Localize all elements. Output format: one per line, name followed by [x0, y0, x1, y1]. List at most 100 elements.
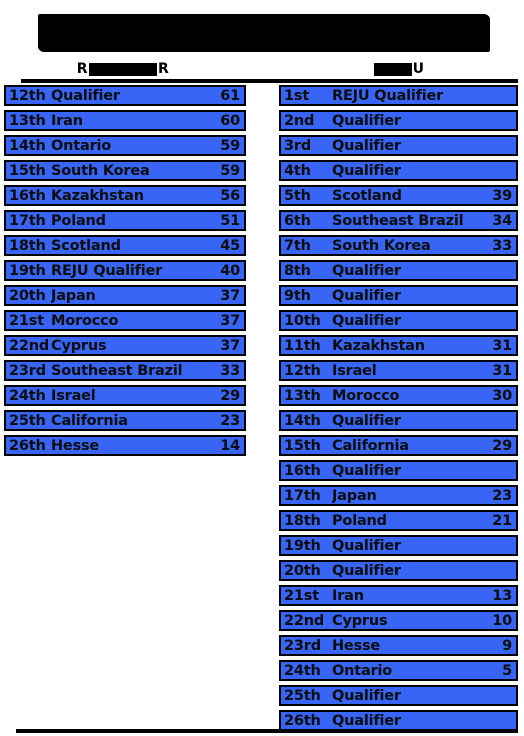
top-divider-rule — [21, 79, 518, 83]
row-score-value: 29 — [220, 387, 240, 404]
table-row[interactable]: 7th South Korea 33 — [279, 235, 518, 256]
row-rank: 15th — [284, 437, 321, 454]
table-row[interactable]: 22nd Cyprus 10 — [279, 610, 518, 631]
table-row[interactable]: 13th Iran 60 — [4, 110, 246, 131]
row-rank: 26th — [9, 437, 46, 454]
column-header-right-suffix: U — [412, 61, 425, 77]
row-entrant-name: Qualifier — [332, 687, 401, 704]
table-row[interactable]: 24th Ontario 5 — [279, 660, 518, 681]
row-score-value: 60 — [220, 112, 240, 129]
table-row[interactable]: 3rd Qualifier — [279, 135, 518, 156]
table-row[interactable]: 25th Qualifier — [279, 685, 518, 706]
row-entrant-name: Qualifier — [332, 137, 401, 154]
row-rank: 23rd — [284, 637, 321, 654]
row-rank: 7th — [284, 237, 311, 254]
row-score-value: 59 — [220, 162, 240, 179]
row-score-value: 45 — [220, 237, 240, 254]
row-rank: 13th — [284, 387, 321, 404]
table-row[interactable]: 17th Poland 51 — [4, 210, 246, 231]
table-row[interactable]: 16th Qualifier — [279, 460, 518, 481]
table-row[interactable]: 25th California 23 — [4, 410, 246, 431]
table-row[interactable]: 23rd Southeast Brazil 33 — [4, 360, 246, 381]
row-entrant-name: Qualifier — [332, 262, 401, 279]
table-row[interactable]: 18th Scotland 45 — [4, 235, 246, 256]
row-entrant-name: REJU Qualifier — [51, 262, 163, 279]
row-entrant-name: Iran — [332, 587, 364, 604]
table-row[interactable]: 8th Qualifier — [279, 260, 518, 281]
row-rank: 5th — [284, 187, 311, 204]
row-entrant-name: Hesse — [332, 637, 381, 654]
row-score-value: 56 — [220, 187, 240, 204]
table-row[interactable]: 9th Qualifier — [279, 285, 518, 306]
row-entrant-name: Japan — [51, 287, 96, 304]
row-entrant-name: South Korea — [51, 162, 150, 179]
table-row[interactable]: 14th Qualifier — [279, 410, 518, 431]
table-row[interactable]: 19th Qualifier — [279, 535, 518, 556]
row-score-value: 33 — [220, 362, 240, 379]
row-entrant-name: Morocco — [332, 387, 400, 404]
column-header-left-prefix: R — [76, 61, 88, 77]
table-row[interactable]: 1st REJU Qualifier — [279, 85, 518, 106]
row-rank: 25th — [9, 412, 46, 429]
table-row[interactable]: 23rd Hesse 9 — [279, 635, 518, 656]
table-row[interactable]: 16th Kazakhstan 56 — [4, 185, 246, 206]
row-entrant-name: Qualifier — [51, 87, 120, 104]
table-row[interactable]: 15th California 29 — [279, 435, 518, 456]
row-rank: 24th — [9, 387, 46, 404]
row-score-value: 10 — [492, 612, 512, 629]
row-rank: 13th — [9, 112, 46, 129]
table-row[interactable]: 22nd Cyprus 37 — [4, 335, 246, 356]
table-row[interactable]: 14th Ontario 59 — [4, 135, 246, 156]
table-row[interactable]: 17th Japan 23 — [279, 485, 518, 506]
table-row[interactable]: 19th REJU Qualifier 40 — [4, 260, 246, 281]
table-row[interactable]: 11th Kazakhstan 31 — [279, 335, 518, 356]
ranking-table-left: 12th Qualifier 61 13th Iran 60 14th Ontario 59 15… — [4, 85, 246, 460]
row-rank: 24th — [284, 662, 321, 679]
table-row[interactable]: 24th Israel 29 — [4, 385, 246, 406]
row-entrant-name: Kazakhstan — [51, 187, 144, 204]
row-rank: 10th — [284, 312, 321, 329]
row-score-value: 29 — [492, 437, 512, 454]
table-row[interactable]: 2nd Qualifier — [279, 110, 518, 131]
table-row[interactable]: 21st Iran 13 — [279, 585, 518, 606]
table-row[interactable]: 21st Morocco 37 — [4, 310, 246, 331]
row-rank: 22nd — [284, 612, 325, 629]
row-entrant-name: California — [332, 437, 409, 454]
row-score-value: 37 — [220, 287, 240, 304]
column-header-left: R R — [0, 60, 246, 78]
row-rank: 4th — [284, 162, 311, 179]
table-row[interactable]: 10th Qualifier — [279, 310, 518, 331]
row-score-value: 23 — [492, 487, 512, 504]
table-row[interactable]: 15th South Korea 59 — [4, 160, 246, 181]
table-row[interactable]: 26th Qualifier — [279, 710, 518, 731]
row-rank: 3rd — [284, 137, 312, 154]
table-row[interactable]: 5th Scotland 39 — [279, 185, 518, 206]
row-entrant-name: Ontario — [51, 137, 112, 154]
row-rank: 8th — [284, 262, 311, 279]
row-rank: 22nd — [9, 337, 50, 354]
table-row[interactable]: 18th Poland 21 — [279, 510, 518, 531]
row-score-value: 37 — [220, 312, 240, 329]
row-entrant-name: Southeast Brazil — [51, 362, 183, 379]
row-entrant-name: Israel — [332, 362, 377, 379]
row-rank: 20th — [9, 287, 46, 304]
table-row[interactable]: 12th Israel 31 — [279, 360, 518, 381]
table-row[interactable]: 20th Japan 37 — [4, 285, 246, 306]
row-entrant-name: Cyprus — [332, 612, 388, 629]
row-score-value: 33 — [492, 237, 512, 254]
table-row[interactable]: 12th Qualifier 61 — [4, 85, 246, 106]
row-score-value: 40 — [220, 262, 240, 279]
table-row[interactable]: 6th Southeast Brazil 34 — [279, 210, 518, 231]
row-rank: 21st — [9, 312, 44, 329]
table-row[interactable]: 26th Hesse 14 — [4, 435, 246, 456]
table-row[interactable]: 20th Qualifier — [279, 560, 518, 581]
row-rank: 12th — [9, 87, 46, 104]
row-rank: 17th — [9, 212, 46, 229]
row-entrant-name: Cyprus — [51, 337, 107, 354]
row-rank: 2nd — [284, 112, 315, 129]
row-rank: 18th — [284, 512, 321, 529]
table-row[interactable]: 13th Morocco 30 — [279, 385, 518, 406]
table-row[interactable]: 4th Qualifier — [279, 160, 518, 181]
row-rank: 26th — [284, 712, 321, 729]
row-entrant-name: Qualifier — [332, 562, 401, 579]
